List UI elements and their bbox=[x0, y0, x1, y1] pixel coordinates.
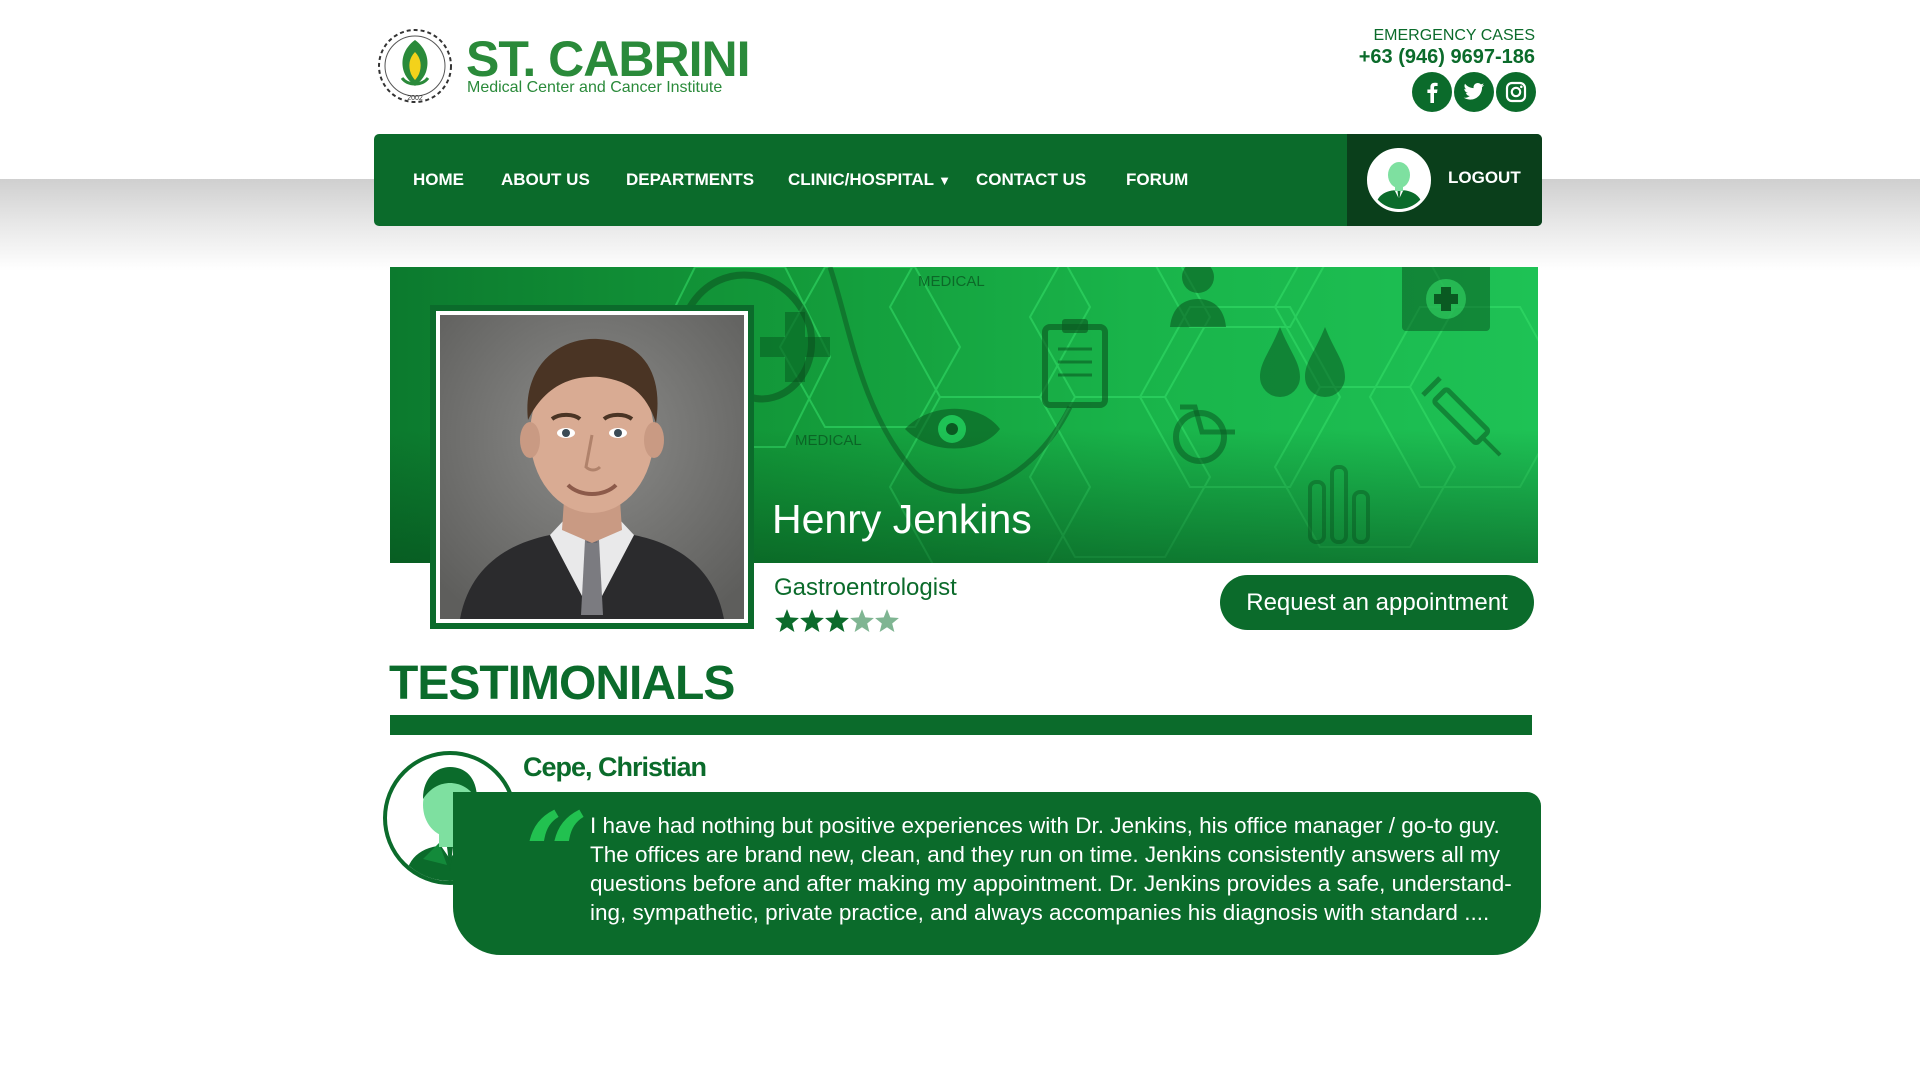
doctor-specialty: Gastroentrologist bbox=[774, 574, 957, 601]
user-silhouette-icon bbox=[1370, 151, 1428, 209]
reviewer-name: Cepe, Christian bbox=[523, 752, 707, 782]
site-logo[interactable]: 2002 ST. CABRINI Medical Center and Canc… bbox=[374, 26, 750, 106]
logo-emblem-icon: 2002 bbox=[378, 29, 452, 103]
testimonial-text: I have had nothing but positive experien… bbox=[590, 811, 1530, 927]
testimonial-line: I have had nothing but positive experien… bbox=[590, 813, 1500, 838]
testimonials-divider bbox=[390, 715, 1532, 735]
nav-clinic-hospital-label: CLINIC/HOSPITAL bbox=[788, 170, 935, 189]
star-icon bbox=[850, 609, 874, 633]
testimonial-line: questions before and after making my app… bbox=[590, 871, 1512, 896]
star-icon bbox=[875, 609, 899, 633]
testimonials-heading: TESTIMONIALS bbox=[389, 657, 735, 710]
star-icon bbox=[775, 609, 799, 633]
nav-contact-us[interactable]: CONTACT US bbox=[976, 134, 1086, 226]
instagram-icon bbox=[1505, 81, 1527, 103]
nav-home[interactable]: HOME bbox=[413, 134, 464, 226]
facebook-icon bbox=[1427, 82, 1438, 103]
nav-departments[interactable]: DEPARTMENTS bbox=[626, 134, 754, 226]
main-navigation: HOME ABOUT US DEPARTMENTS CLINIC/HOSPITA… bbox=[374, 134, 1542, 226]
twitter-icon bbox=[1463, 83, 1485, 100]
request-appointment-button[interactable]: Request an appointment bbox=[1220, 575, 1534, 630]
testimonial-line: ing, sympathetic, private practice, and … bbox=[590, 900, 1490, 925]
instagram-button[interactable] bbox=[1496, 72, 1536, 112]
star-icon bbox=[825, 609, 849, 633]
nav-clinic-hospital[interactable]: CLINIC/HOSPITAL ▼ bbox=[788, 134, 951, 226]
twitter-button[interactable] bbox=[1454, 72, 1494, 112]
brand-name: ST. CABRINI bbox=[466, 31, 750, 87]
nav-about-us[interactable]: ABOUT US bbox=[501, 134, 590, 226]
logo-year: 2002 bbox=[407, 95, 423, 102]
brand-subtitle: Medical Center and Cancer Institute bbox=[467, 79, 723, 96]
emergency-phone[interactable]: +63 (946) 9697-186 bbox=[1359, 45, 1535, 69]
user-avatar[interactable] bbox=[1367, 148, 1431, 212]
doctor-portrait-image bbox=[440, 315, 744, 619]
doctor-name: Henry Jenkins bbox=[772, 496, 1032, 542]
testimonial-line: The offices are brand new, clean, and th… bbox=[590, 842, 1501, 867]
user-menu: LOGOUT bbox=[1347, 134, 1542, 226]
star-icon bbox=[800, 609, 824, 633]
doctor-photo bbox=[436, 311, 748, 623]
emergency-contact: EMERGENCY CASES +63 (946) 9697-186 bbox=[1359, 27, 1535, 69]
facebook-button[interactable] bbox=[1412, 72, 1452, 112]
chevron-down-icon: ▼ bbox=[938, 173, 951, 188]
doctor-photo-frame bbox=[430, 305, 754, 629]
quote-icon: “ bbox=[525, 788, 589, 917]
emergency-label: EMERGENCY CASES bbox=[1373, 27, 1535, 44]
nav-forum[interactable]: FORUM bbox=[1126, 134, 1188, 226]
testimonial-bubble: “ I have had nothing but positive experi… bbox=[453, 792, 1541, 955]
logout-button[interactable]: LOGOUT bbox=[1448, 134, 1521, 222]
